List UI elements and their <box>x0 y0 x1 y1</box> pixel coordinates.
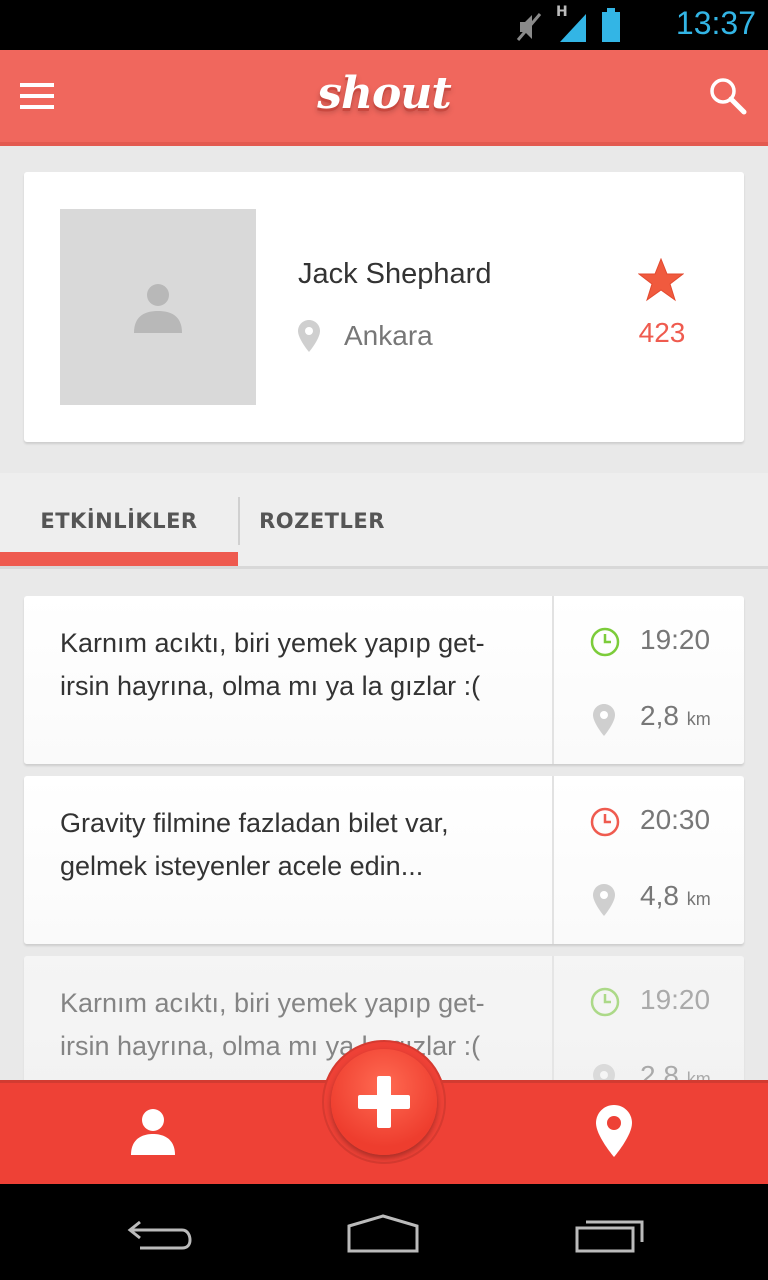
clock-icon <box>590 627 620 657</box>
feed-text: Karnım acıktı, biri yemek yapıp get-irsi… <box>60 988 485 1061</box>
mute-icon <box>516 13 542 41</box>
profile-name: Jack Shephard <box>298 258 492 290</box>
signal-icon: H <box>556 4 588 42</box>
feed-time: 19:20 <box>640 984 711 1015</box>
clock-icon <box>590 987 620 1017</box>
feed-item[interactable]: Karnım acıktı, biri yemek yapıp get-irsi… <box>24 596 744 764</box>
location-pin-icon <box>593 884 615 916</box>
recent-apps-button[interactable] <box>574 1214 646 1258</box>
back-icon <box>127 1220 192 1250</box>
feed-time: 19:20 <box>640 624 711 655</box>
active-tab-indicator <box>0 552 238 566</box>
battery-icon <box>602 8 620 42</box>
profile-location: Ankara <box>344 320 433 351</box>
location-pin-icon <box>596 1105 632 1157</box>
home-button[interactable] <box>346 1214 420 1258</box>
feed-item[interactable]: Gravity filmine fazladan bilet var, gelm… <box>24 776 744 944</box>
feed-divider <box>552 776 554 944</box>
map-nav-button[interactable] <box>596 1105 632 1161</box>
feed-text: Karnım acıktı, biri yemek yapıp get-irsi… <box>60 628 485 701</box>
feed-distance: 4,8 km <box>640 880 711 911</box>
clock-icon <box>590 807 620 837</box>
system-nav-bar <box>0 1184 768 1280</box>
feed-distance: 2,8 km <box>640 700 711 731</box>
score-value: 423 <box>638 317 686 348</box>
plus-icon <box>358 1076 410 1128</box>
back-button[interactable] <box>126 1214 194 1254</box>
add-shout-button[interactable] <box>331 1049 437 1155</box>
location-pin-icon <box>593 704 615 736</box>
user-icon <box>131 1109 175 1155</box>
location-pin-icon <box>298 320 320 352</box>
feed-time: 20:30 <box>640 804 711 835</box>
feed-divider <box>552 596 554 764</box>
home-icon <box>347 1214 419 1253</box>
app-logo: shout <box>317 68 451 119</box>
tab-rozetler[interactable]: ROZETLER <box>240 473 404 566</box>
profile-card: Jack Shephard Ankara 423 <box>24 172 744 442</box>
feed-text: Gravity filmine fazladan bilet var, gelm… <box>60 808 449 881</box>
tab-bar: ETKİNLİKLER ROZETLER <box>0 473 768 569</box>
recent-apps-icon <box>575 1220 644 1253</box>
avatar[interactable] <box>60 209 256 405</box>
clock-time: 13:37 <box>675 5 756 41</box>
status-bar: H 13:37 <box>0 0 768 50</box>
app-bar: shout <box>0 50 768 146</box>
user-placeholder-icon <box>134 284 182 333</box>
star-icon <box>638 258 684 302</box>
search-button[interactable] <box>708 76 748 116</box>
profile-nav-button[interactable] <box>130 1107 176 1159</box>
search-icon <box>710 78 747 115</box>
